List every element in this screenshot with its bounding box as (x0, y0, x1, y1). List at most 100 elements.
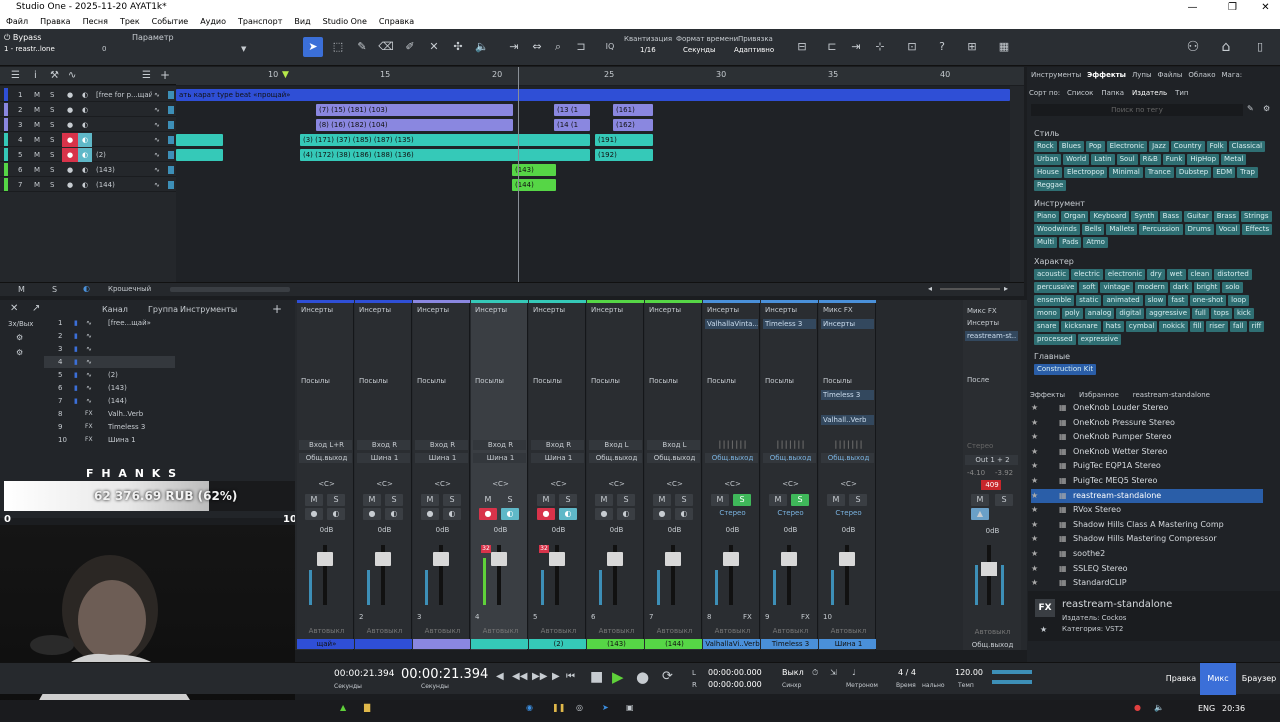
input-select[interactable]: Вход L (647, 440, 700, 450)
timeformat-value[interactable]: Секунды (683, 46, 716, 54)
insert-header[interactable]: Инсерты (705, 305, 758, 315)
master-mute[interactable]: M (971, 494, 989, 506)
pan-value[interactable]: <C> (473, 479, 526, 489)
mute-button[interactable]: M (653, 494, 671, 506)
tag-chip[interactable]: hats (1102, 321, 1124, 332)
taskbar-folder-icon[interactable]: ▇ (364, 703, 370, 712)
footer-solo[interactable]: S (52, 285, 57, 294)
tag-chip[interactable]: Strings (1240, 211, 1272, 222)
nudge-left-icon[interactable]: ⊏ (822, 37, 842, 57)
plugin-list-item[interactable]: ★ ▦ PuigTec MEQ5 Stereo (1031, 474, 1263, 488)
tag-chip[interactable]: kick (1233, 308, 1254, 319)
mixer-channel-row[interactable]: 1 ▮ ∿ [free...щай» (44, 317, 175, 329)
settings-icon[interactable]: ⚙ (1263, 104, 1270, 113)
automation-mode[interactable]: Автовыкл (357, 626, 410, 636)
tag-chip[interactable]: solo (1222, 282, 1243, 293)
tag-chip[interactable]: Mallets (1106, 224, 1138, 235)
precount-icon[interactable]: ⏱ (812, 668, 818, 678)
tag-chip[interactable]: Piano (1034, 211, 1060, 222)
sort-option[interactable]: Издатель (1132, 89, 1167, 97)
tag-chip[interactable]: tops (1210, 308, 1232, 319)
marker-icon[interactable]: ⊹ (870, 37, 890, 57)
audio-clip[interactable]: (3) (171) (37) (185) (187) (135) (300, 134, 590, 146)
tag-chip[interactable]: Country (1170, 141, 1205, 152)
input-select[interactable]: Вход R (531, 440, 584, 450)
master-plugin[interactable]: reastream-st.. (965, 331, 1018, 341)
monitor-icon[interactable]: ◐ (78, 88, 92, 102)
record-arm-icon[interactable]: ● (62, 163, 78, 177)
zoom-in-icon[interactable]: ⇥ (504, 37, 524, 57)
forward-icon[interactable]: ▶▶ (532, 671, 547, 682)
zoom-in-small-icon[interactable]: ▸ (1004, 284, 1008, 293)
taskbar-app-icon[interactable]: ▲ (340, 703, 346, 712)
record-arm-icon[interactable]: ● (62, 133, 78, 147)
record-arm-icon[interactable]: ● (363, 508, 381, 520)
track-mute[interactable]: M (34, 148, 40, 162)
star-icon[interactable]: ★ (1031, 576, 1038, 590)
paint-tool-icon[interactable]: ✐ (400, 37, 420, 57)
iq-button[interactable]: IQ (600, 37, 620, 57)
mix-view-button[interactable]: Микс (1200, 663, 1236, 695)
tag-chip[interactable]: digital (1116, 308, 1145, 319)
breadcrumb-item[interactable]: Избранное (1079, 391, 1119, 399)
tag-chip[interactable]: R&B (1139, 154, 1161, 165)
insert-header[interactable]: Инсерты (531, 305, 584, 315)
plugin-list-item[interactable]: ★ ▦ reastream-standalone (1031, 488, 1263, 503)
stereo-label[interactable]: Стерео (821, 508, 874, 518)
track-mute[interactable]: M (34, 133, 40, 147)
output-select[interactable]: Общ.выход (647, 453, 700, 463)
audio-clip[interactable]: (191) (595, 134, 653, 146)
plugin-list-item[interactable]: ★ ▦ StandardCLIP (1031, 576, 1263, 590)
zoom-out-icon[interactable]: ◂ (928, 284, 932, 293)
tag-chip[interactable]: cymbal (1125, 321, 1158, 332)
master-post[interactable]: После (965, 375, 1018, 385)
audio-clip[interactable] (176, 134, 223, 146)
track-solo[interactable]: S (50, 88, 54, 102)
input-select[interactable]: Вход R (357, 440, 410, 450)
user-icon[interactable]: ⚇ (1183, 37, 1203, 57)
send-header[interactable]: Посылы (415, 376, 468, 386)
menu-item[interactable]: Справка (373, 15, 420, 29)
loop-end[interactable]: 00:00:00.000 (708, 680, 762, 689)
tag-chip[interactable]: static (1076, 295, 1102, 306)
master-clip[interactable]: 409 (981, 480, 1001, 490)
star-icon[interactable]: ★ (1031, 532, 1038, 546)
input-select[interactable]: Вход L (589, 440, 642, 450)
mute-button[interactable]: M (595, 494, 613, 506)
record-arm-icon[interactable]: ● (62, 103, 78, 117)
record-arm-icon[interactable]: ● (62, 178, 78, 192)
track-solo[interactable]: S (50, 133, 54, 147)
insert-plugin[interactable]: Инсерты (821, 319, 874, 329)
video-icon[interactable]: ⊞ (962, 37, 982, 57)
volume-fader[interactable] (549, 552, 565, 566)
monitor-icon[interactable]: ◐ (78, 148, 92, 162)
solo-button[interactable]: S (501, 494, 519, 506)
tag-chip[interactable]: processed (1034, 334, 1076, 345)
monitor-icon[interactable]: ◐ (617, 508, 635, 520)
send-slot[interactable]: Valhall..Verb (821, 415, 874, 425)
add-track-icon[interactable]: + (160, 68, 170, 82)
tag-chip[interactable]: Pop (1085, 141, 1105, 152)
tag-chip[interactable]: Woodwinds (1034, 224, 1080, 235)
monitor-icon[interactable]: ◐ (78, 178, 92, 192)
tag-chip[interactable]: House (1034, 167, 1062, 178)
tag-chip[interactable]: Atmo (1083, 237, 1108, 248)
record-arm-icon[interactable]: ● (595, 508, 613, 520)
stop-icon[interactable]: ■ (590, 669, 603, 685)
tag-chip[interactable]: kicksnare (1061, 321, 1101, 332)
tag-chip[interactable]: Bells (1081, 224, 1105, 235)
menu-item[interactable]: Аудио (194, 15, 232, 29)
tag-chip[interactable]: fill (1189, 321, 1205, 332)
playhead[interactable] (518, 67, 519, 282)
record-arm-icon[interactable]: ● (62, 118, 78, 132)
insert-header[interactable]: Инсерты (589, 305, 642, 315)
plugin-list-item[interactable]: ★ ▦ soothe2 (1031, 547, 1263, 561)
track-solo[interactable]: S (50, 178, 54, 192)
tag-chip[interactable]: Keyboard (1090, 211, 1130, 222)
menu-item[interactable]: Событие (146, 15, 195, 29)
insert-header[interactable]: Инсерты (763, 305, 816, 315)
snap-toggle-icon[interactable]: ⊟ (792, 37, 812, 57)
tag-chip[interactable]: electronic (1104, 269, 1146, 280)
input-select[interactable]: Вход R (473, 440, 526, 450)
arrange-scrollbar[interactable] (1010, 86, 1024, 282)
